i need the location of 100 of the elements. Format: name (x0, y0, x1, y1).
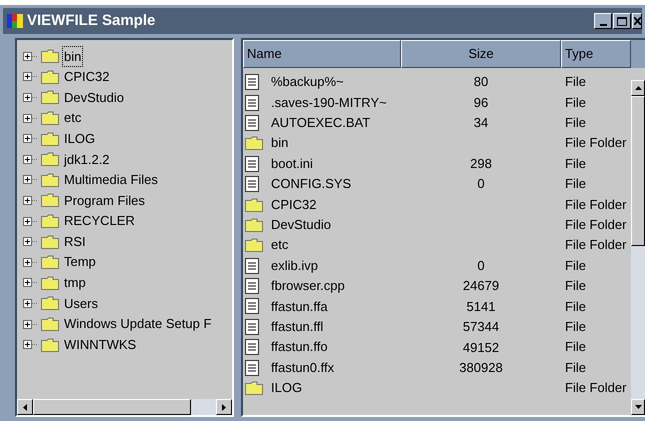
expand-icon[interactable] (23, 320, 38, 329)
minimize-button[interactable] (594, 13, 612, 29)
table-cell: File (565, 318, 586, 334)
expand-icon[interactable] (23, 72, 38, 82)
table-cell-text: 80 (474, 73, 488, 92)
table-cell-text: 57344 (462, 318, 500, 336)
scroll-left-button[interactable] (17, 399, 33, 415)
expand-icon[interactable] (23, 154, 38, 164)
table-cell: ffastun.ffa (271, 298, 328, 314)
table-cell: File (565, 258, 586, 273)
tree-item[interactable]: CPIC32 (62, 66, 112, 88)
folder-icon (41, 255, 59, 270)
expand-icon[interactable] (23, 114, 38, 123)
expand-icon[interactable] (23, 196, 38, 205)
table-cell: CPIC32 (271, 196, 317, 212)
scroll-up-button[interactable] (631, 80, 645, 96)
document-icon (245, 318, 259, 335)
table-cell-text: 5141 (466, 298, 496, 316)
document-icon (245, 360, 259, 376)
vertical-scrollbar[interactable] (631, 80, 645, 415)
table-cell-text: 0 (477, 175, 485, 194)
scroll-thumb[interactable] (631, 96, 645, 246)
document-icon (245, 94, 259, 111)
document-icon (245, 156, 259, 172)
tree-item[interactable]: tmp (62, 272, 88, 294)
folder-icon (245, 198, 263, 212)
column-header[interactable]: Name (243, 40, 401, 68)
horizontal-scrollbar[interactable] (17, 399, 232, 415)
document-icon (245, 278, 259, 294)
table-cell: etc (271, 237, 288, 252)
tree-item[interactable]: Program Files (62, 190, 147, 212)
tree-item[interactable]: ILOG (62, 128, 98, 150)
expand-icon[interactable] (23, 216, 38, 226)
expand-icon[interactable] (23, 278, 38, 288)
scroll-down-button[interactable] (631, 399, 645, 415)
expand-icon[interactable] (23, 298, 38, 308)
table-cell: exlib.ivp (271, 258, 318, 273)
scroll-right-button[interactable] (216, 399, 232, 415)
folder-icon (41, 132, 59, 146)
table-cell: ffastun.ffo (271, 339, 328, 354)
tree-item[interactable]: Users (62, 292, 100, 314)
table-cell-text: 24679 (462, 277, 500, 296)
tree-item[interactable]: DevStudio (62, 86, 126, 108)
scroll-thumb[interactable] (33, 399, 191, 415)
column-header[interactable]: Size (401, 40, 561, 68)
document-icon (245, 114, 259, 131)
folder-icon (41, 172, 59, 187)
window-title: VIEWFILE Sample (27, 10, 156, 31)
table-cell: File (565, 298, 586, 314)
table-cell: File (565, 278, 586, 294)
tree-item[interactable]: Temp (62, 251, 98, 273)
tree-item[interactable]: Multimedia Files (62, 169, 160, 191)
tree-item[interactable]: bin (62, 46, 84, 68)
tree-item[interactable]: etc (62, 107, 84, 129)
table-cell: File Folder (565, 380, 626, 396)
tree-item[interactable]: Windows Update Setup F (62, 313, 214, 335)
minimize-icon (600, 24, 606, 26)
expand-icon[interactable] (23, 237, 38, 246)
tree-item[interactable]: jdk1.2.2 (62, 148, 112, 170)
table-cell: File (565, 360, 586, 375)
expand-icon[interactable] (23, 258, 38, 267)
table-cell-text: 34 (474, 114, 488, 132)
table-cell: %backup%~ (271, 74, 344, 90)
folder-icon (41, 111, 59, 126)
document-icon (245, 298, 259, 314)
maximize-button[interactable] (613, 13, 631, 29)
tree-item[interactable]: RSI (62, 230, 88, 252)
expand-icon[interactable] (23, 175, 38, 184)
expand-icon[interactable] (23, 52, 38, 61)
table-cell: File (565, 176, 586, 192)
table-cell: File (565, 339, 586, 354)
table-cell: CONFIG.SYS (271, 176, 352, 192)
close-icon (634, 17, 641, 25)
app-icon (7, 14, 23, 28)
column-header[interactable]: Type (561, 40, 631, 68)
left-arrow-icon (23, 404, 27, 410)
folder-icon (41, 276, 59, 290)
down-arrow-icon (634, 405, 642, 409)
table-cell: File (565, 94, 586, 110)
tree-item[interactable]: RECYCLER (62, 210, 137, 232)
table-cell: File Folder (565, 135, 626, 150)
expand-icon[interactable] (23, 134, 38, 144)
document-icon (245, 74, 259, 90)
right-arrow-icon (222, 404, 226, 410)
table-cell: boot.ini (271, 156, 313, 171)
table-cell-text: 380928 (459, 358, 503, 377)
expand-icon[interactable] (23, 340, 38, 350)
tree-item[interactable]: WINNTWKS (62, 334, 138, 356)
table-cell-text: 96 (474, 94, 488, 112)
table-cell: File (565, 114, 586, 130)
table-cell-text: 49152 (462, 338, 500, 357)
close-button[interactable] (632, 13, 642, 29)
table-cell-text: 298 (470, 155, 492, 173)
table-cell: ILOG (271, 380, 302, 396)
folder-icon (245, 381, 263, 396)
folder-icon (245, 238, 263, 252)
folder-icon (41, 49, 59, 64)
expand-icon[interactable] (23, 92, 38, 102)
up-arrow-icon (634, 86, 642, 90)
folder-icon (41, 90, 59, 104)
